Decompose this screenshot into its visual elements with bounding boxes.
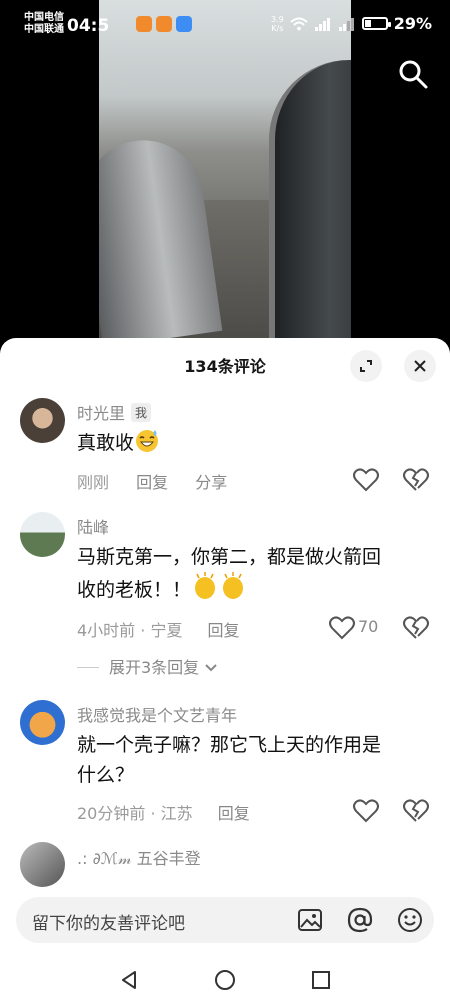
speed-unit: K/s [271, 23, 284, 33]
reply-button[interactable]: 回复 [218, 804, 250, 823]
video-player[interactable] [99, 0, 351, 340]
share-button[interactable]: 分享 [195, 473, 227, 492]
like-heart-icon[interactable] [328, 614, 356, 642]
sweat-smile-emoji [136, 430, 159, 452]
battery-percent: 29% [393, 14, 432, 33]
comment-text-line: 就一个壳子嘛？那它飞上天的作用是 [77, 734, 382, 756]
chevron-down-icon [205, 664, 217, 672]
signal-5g-icon [338, 17, 354, 31]
comment-sheet: 134条评论 时光里我 真敢收 刚刚 回复 分享 陆峰 马斯克第一，你第二，都是… [0, 338, 450, 1006]
comment-text: 就一个壳子嘛？那它飞上天的作用是 什么？ [77, 730, 427, 790]
comment-meta: 刚刚 回复 分享 [77, 469, 227, 493]
avatar[interactable] [20, 398, 65, 443]
comment-input-placeholder[interactable]: 留下你的友善评论吧 [32, 909, 185, 934]
comment-item: 我感觉我是个文艺青年 就一个壳子嘛？那它飞上天的作用是 什么？ 20分钟前 · … [0, 698, 450, 828]
comment-time-location: 4小时前 · 宁夏 [77, 621, 183, 640]
emoji-icon[interactable] [396, 906, 424, 934]
notification-icons [136, 16, 192, 32]
comment-meta: 20分钟前 · 江苏 回复 [77, 800, 250, 824]
carrier-1: 中国电信 [24, 12, 64, 23]
system-indicators: 3.9 K/s 29% [271, 14, 432, 33]
like-heart-icon[interactable] [352, 466, 380, 494]
expand-sheet-button[interactable] [350, 350, 382, 382]
search-icon[interactable] [397, 58, 429, 90]
comment-text-line: 什么？ [77, 764, 135, 786]
expand-replies-label[interactable]: 展开3条回复 [109, 658, 199, 677]
signal-4g-icon [314, 17, 330, 31]
comment-text: 真敢收 [77, 427, 427, 458]
comment-count-title: 134条评论 [184, 357, 266, 376]
app-notification-icon [156, 16, 172, 32]
app-notification-icon [136, 16, 152, 32]
comment-item: .: ∂ℳ𝓂 五谷丰登 [0, 840, 450, 890]
expand-replies-button[interactable]: 展开3条回复 [77, 654, 218, 678]
avatar[interactable] [20, 512, 65, 557]
battery-icon [361, 17, 391, 30]
close-icon [414, 360, 426, 372]
clock: 04:5 [67, 16, 110, 36]
comment-input[interactable]: 留下你的友善评论吧 [16, 897, 434, 943]
comment-text-content: 收的老板！！ [77, 579, 192, 601]
comment-item: 时光里我 真敢收 刚刚 回复 分享 [0, 396, 450, 506]
author-name[interactable]: 陆峰 [77, 514, 109, 538]
self-tag: 我 [131, 403, 152, 422]
comment-text-line: 马斯克第一，你第二，都是做火箭回 [77, 546, 382, 568]
carrier-labels: 中国电信 中国联通 [24, 12, 64, 36]
author-name[interactable]: .: ∂ℳ𝓂 五谷丰登 [77, 845, 201, 869]
dislike-broken-heart-icon[interactable] [402, 466, 430, 494]
recents-icon[interactable] [310, 969, 332, 991]
back-icon[interactable] [118, 969, 140, 991]
app-notification-icon [176, 16, 192, 32]
comment-time-location: 20分钟前 · 江苏 [77, 804, 193, 823]
divider [77, 667, 99, 668]
avatar[interactable] [20, 842, 65, 887]
wifi-icon [290, 17, 308, 30]
reply-button[interactable]: 回复 [208, 621, 240, 640]
like-count: 70 [358, 617, 379, 636]
speed-value: 3.9 [270, 14, 284, 24]
status-bar: 中国电信 中国联通 04:5 3.9 K/s 29% [0, 0, 450, 50]
comment-meta: 4小时前 · 宁夏 回复 [77, 617, 240, 641]
comment-text-content: 真敢收 [77, 432, 135, 454]
image-icon[interactable] [296, 906, 324, 934]
clapping-hands-emoji [195, 572, 244, 599]
expand-icon [360, 360, 372, 372]
close-sheet-button[interactable] [404, 350, 436, 382]
comment-item: 陆峰 马斯克第一，你第二，都是做火箭回 收的老板！！ 4小时前 · 宁夏 回复 … [0, 510, 450, 690]
mention-icon[interactable] [346, 906, 374, 934]
video-rocket-shell-left [99, 132, 223, 340]
system-navigation-bar [0, 954, 450, 1006]
comment-author[interactable]: 时光里我 [77, 400, 152, 424]
comment-text: 马斯克第一，你第二，都是做火箭回 收的老板！！ [77, 542, 427, 605]
network-speed: 3.9 K/s [271, 15, 284, 33]
video-rocket-shell-right [269, 60, 351, 340]
dislike-broken-heart-icon[interactable] [402, 614, 430, 642]
author-name[interactable]: 我感觉我是个文艺青年 [77, 702, 237, 726]
dislike-broken-heart-icon[interactable] [402, 797, 430, 825]
author-name[interactable]: 时光里 [77, 404, 125, 423]
carrier-2: 中国联通 [24, 24, 64, 35]
avatar[interactable] [20, 700, 65, 745]
comment-time: 刚刚 [77, 473, 110, 492]
like-heart-icon[interactable] [352, 797, 380, 825]
home-icon[interactable] [214, 969, 236, 991]
comment-text-line: 收的老板！！ [77, 572, 427, 605]
reply-button[interactable]: 回复 [136, 473, 168, 492]
